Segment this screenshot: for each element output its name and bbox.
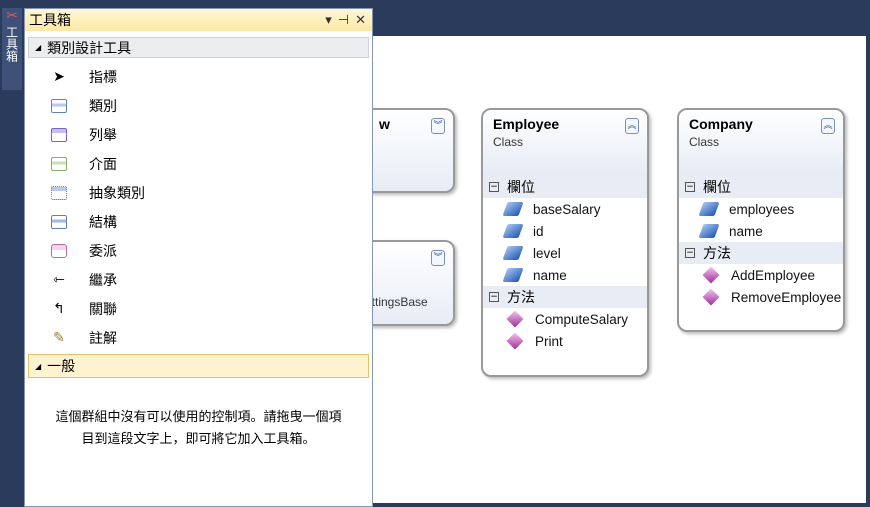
- toolbox-item-pointer[interactable]: ➤ 指標: [25, 62, 372, 91]
- field-item[interactable]: baseSalary: [483, 198, 647, 220]
- inheritance-icon: ⇽: [53, 271, 65, 288]
- methods-section[interactable]: − 方法: [483, 286, 647, 308]
- enum-icon: [51, 127, 67, 142]
- abstract-class-icon: [51, 185, 67, 200]
- toolbox-item-interface[interactable]: 介面: [25, 149, 372, 178]
- class-shape-employee[interactable]: Employee Class ︽ − 欄位 baseSalary id level …: [481, 108, 649, 377]
- field-item[interactable]: level: [483, 242, 647, 264]
- method-icon: [702, 288, 720, 306]
- collapse-section-icon[interactable]: −: [489, 182, 499, 192]
- struct-icon: [51, 214, 67, 229]
- toolbox-item-abstract-class[interactable]: 抽象類別: [25, 178, 372, 207]
- toolbox-item-comment[interactable]: ✎ 註解: [25, 323, 372, 352]
- tools-icon: ✂: [6, 8, 18, 24]
- field-item[interactable]: id: [483, 220, 647, 242]
- method-item[interactable]: AddEmployee: [679, 264, 843, 286]
- toolbox-item-struct[interactable]: 結構: [25, 207, 372, 236]
- expand-button[interactable]: ︾: [431, 250, 445, 266]
- association-icon: ↰: [53, 300, 65, 317]
- method-icon: [506, 310, 524, 328]
- field-icon: [502, 202, 524, 216]
- close-icon[interactable]: ✕: [355, 13, 366, 28]
- field-icon: [502, 224, 524, 238]
- group-header-class-designer[interactable]: ◢ 類別設計工具: [28, 37, 369, 58]
- group-header-general[interactable]: ◢ 一般: [28, 354, 369, 378]
- field-icon: [502, 268, 524, 282]
- pin-icon[interactable]: ⊣: [338, 13, 349, 28]
- expand-button[interactable]: ︾: [431, 118, 445, 134]
- toolbox-title-bar[interactable]: 工具箱 ▾ ⊣ ✕: [25, 9, 372, 31]
- comment-icon: ✎: [53, 329, 65, 346]
- field-item[interactable]: name: [483, 264, 647, 286]
- window-edge: [866, 0, 870, 507]
- method-icon: [702, 266, 720, 284]
- class-diagram-surface[interactable]: w ︾ ︾ ettingsBase Employee Class ︽ − 欄位 ba…: [363, 36, 866, 503]
- field-icon: [698, 202, 720, 216]
- collapse-section-icon[interactable]: −: [489, 292, 499, 302]
- toolbox-item-enum[interactable]: 列舉: [25, 120, 372, 149]
- field-icon: [698, 224, 720, 238]
- interface-icon: [51, 156, 67, 171]
- expanded-icon: ◢: [35, 43, 42, 52]
- method-item[interactable]: RemoveEmployee: [679, 286, 843, 308]
- toolbox-item-delegate[interactable]: 委派: [25, 236, 372, 265]
- method-item[interactable]: ComputeSalary: [483, 308, 647, 330]
- left-dock-strip: ✂ 工具箱: [0, 0, 24, 507]
- delegate-icon: [51, 243, 67, 258]
- pointer-icon: ➤: [53, 68, 65, 85]
- toolbox-item-inheritance[interactable]: ⇽ 繼承: [25, 265, 372, 294]
- method-icon: [506, 332, 524, 350]
- class-icon: [51, 98, 67, 113]
- toolbox-panel: 工具箱 ▾ ⊣ ✕ ◢ 類別設計工具 ➤ 指標 類別 列舉 介面 抽象類別 結構 委…: [24, 8, 373, 507]
- dropdown-icon[interactable]: ▾: [325, 13, 332, 28]
- fields-section[interactable]: − 欄位: [679, 176, 843, 198]
- methods-section[interactable]: − 方法: [679, 242, 843, 264]
- class-shape-partial[interactable]: w ︾: [363, 108, 455, 193]
- toolbox-item-class[interactable]: 類別: [25, 91, 372, 120]
- field-item[interactable]: employees: [679, 198, 843, 220]
- collapse-button[interactable]: ︽: [625, 118, 639, 134]
- collapse-button[interactable]: ︽: [821, 118, 835, 134]
- empty-group-message: 這個群組中沒有可以使用的控制項。請拖曳一個項 目到這段文字上，即可將它加入工具箱…: [55, 410, 342, 447]
- collapse-section-icon[interactable]: −: [685, 182, 695, 192]
- class-shape-partial[interactable]: ︾ ettingsBase: [363, 240, 455, 326]
- fields-section[interactable]: − 欄位: [483, 176, 647, 198]
- collapse-section-icon[interactable]: −: [685, 248, 695, 258]
- toolbox-dock-tab[interactable]: ✂ 工具箱: [2, 8, 22, 90]
- field-item[interactable]: name: [679, 220, 843, 242]
- expanded-icon: ◢: [35, 361, 42, 371]
- toolbox-item-association[interactable]: ↰ 關聯: [25, 294, 372, 323]
- class-shape-company[interactable]: Company Class ︽ − 欄位 employees name − 方法 Ad…: [677, 108, 845, 332]
- method-item[interactable]: Print: [483, 330, 647, 352]
- field-icon: [502, 246, 524, 260]
